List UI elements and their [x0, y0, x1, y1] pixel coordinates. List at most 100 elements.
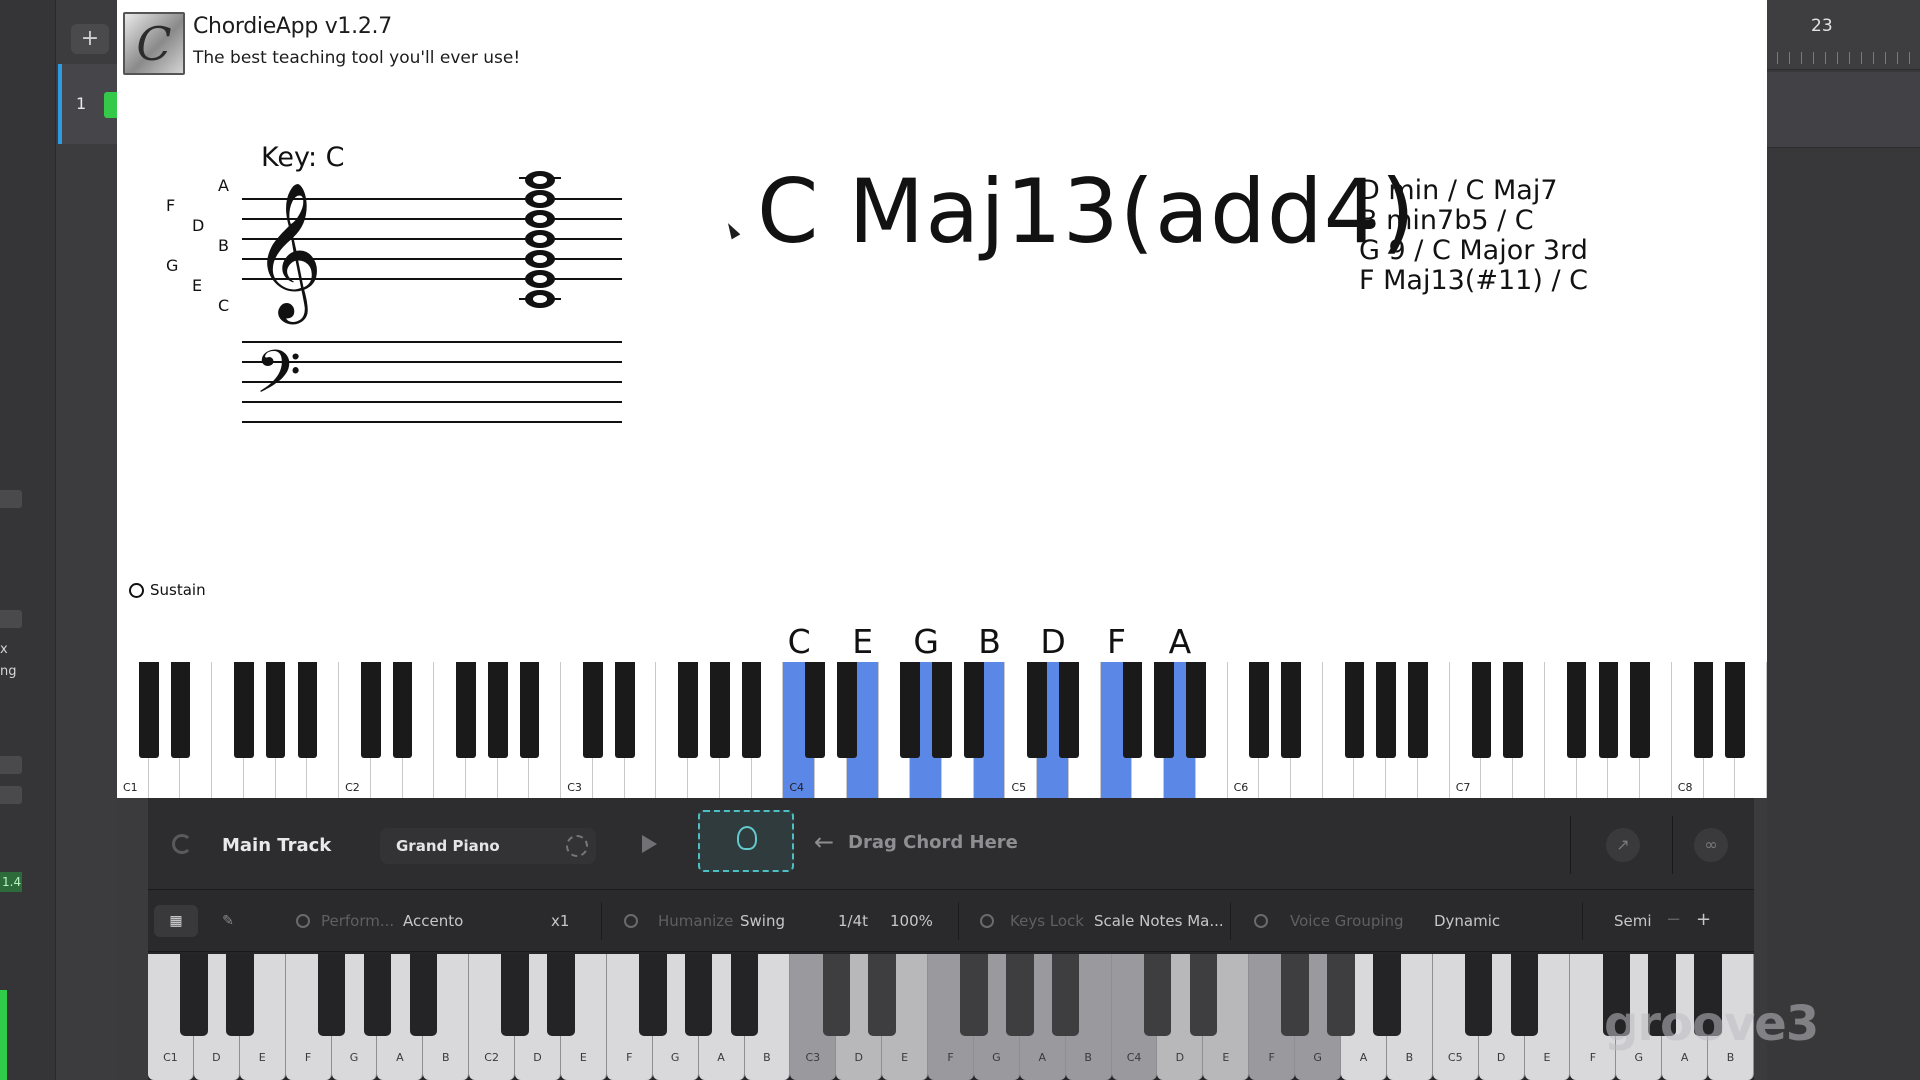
host-black-key[interactable] — [822, 954, 851, 1036]
semi-plus-button[interactable]: + — [1696, 909, 1711, 930]
keyboard-icon[interactable]: ▦ — [154, 905, 198, 937]
host-black-key[interactable] — [1464, 954, 1493, 1036]
piano-black-key[interactable] — [1503, 662, 1523, 758]
humanize-radio[interactable] — [624, 914, 638, 928]
piano-black-key[interactable] — [932, 662, 952, 758]
piano-black-key[interactable] — [1471, 662, 1492, 758]
piano-black-key[interactable] — [614, 662, 635, 758]
host-track-lane[interactable] — [1767, 72, 1920, 148]
voice-grouping-radio[interactable] — [1254, 914, 1268, 928]
multiplier-value[interactable]: x1 — [551, 912, 569, 930]
piano-black-key[interactable] — [805, 662, 825, 758]
piano-black-key[interactable] — [1186, 662, 1206, 758]
refresh-icon[interactable] — [172, 834, 192, 854]
host-ruler[interactable]: 23 — [1767, 0, 1920, 70]
export-button[interactable]: ↗ — [1606, 828, 1640, 862]
piano-black-key[interactable] — [487, 662, 508, 758]
piano-black-key[interactable] — [1249, 662, 1270, 758]
piano-black-key[interactable] — [1154, 662, 1174, 758]
keys-lock-radio[interactable] — [980, 914, 994, 928]
piano-black-key[interactable] — [1408, 662, 1428, 758]
host-side-control[interactable] — [0, 490, 22, 508]
piano-black-key[interactable] — [1566, 662, 1587, 758]
instrument-name: Grand Piano — [396, 837, 500, 855]
host-black-key[interactable] — [1189, 954, 1218, 1036]
sustain-toggle[interactable]: Sustain — [129, 581, 206, 599]
host-black-key[interactable] — [1373, 954, 1401, 1036]
host-black-key[interactable] — [638, 954, 667, 1036]
host-black-key[interactable] — [684, 954, 713, 1036]
host-black-key[interactable] — [1327, 954, 1355, 1036]
piano-black-key[interactable] — [710, 662, 730, 758]
semi-minus-button[interactable]: − — [1666, 909, 1681, 930]
link-button[interactable]: ∞ — [1694, 828, 1728, 862]
piano-black-key[interactable] — [456, 662, 476, 758]
piano-black-key[interactable] — [1598, 662, 1619, 758]
host-arrange-area: 23 — [1767, 0, 1920, 1080]
host-black-key[interactable] — [226, 954, 254, 1036]
host-black-key[interactable] — [317, 954, 346, 1036]
host-black-key[interactable] — [1051, 954, 1080, 1036]
piano-black-key[interactable] — [1027, 662, 1048, 758]
host-black-key[interactable] — [409, 954, 438, 1036]
division-value[interactable]: 1/4t — [838, 912, 868, 930]
piano-black-key[interactable] — [1059, 662, 1079, 758]
octave-label: C7 — [1455, 781, 1471, 794]
host-black-key[interactable] — [960, 954, 988, 1036]
piano-black-key[interactable] — [1630, 662, 1650, 758]
dynamic-value[interactable]: Dynamic — [1434, 912, 1500, 930]
piano-black-key[interactable] — [265, 662, 286, 758]
piano-black-key[interactable] — [361, 662, 381, 758]
piano-black-key[interactable] — [1122, 662, 1143, 758]
piano-black-key[interactable] — [1693, 662, 1714, 758]
sustain-radio[interactable] — [129, 582, 144, 598]
host-side-control[interactable] — [0, 786, 22, 804]
chord-keyboard[interactable]: C1 C2 C3 C4 C5 C6 C7 C8 — [117, 662, 1767, 798]
piano-black-key[interactable] — [138, 662, 159, 758]
piano-black-key[interactable] — [519, 662, 540, 758]
piano-black-key[interactable] — [583, 662, 603, 758]
accent-value[interactable]: Accento — [403, 912, 463, 930]
drag-chord-hint: Drag Chord Here — [848, 832, 1018, 853]
host-black-key[interactable] — [180, 954, 208, 1036]
piano-black-key[interactable] — [741, 662, 762, 758]
percent-value[interactable]: 100% — [890, 912, 933, 930]
gear-icon[interactable] — [566, 835, 588, 857]
host-black-key[interactable] — [868, 954, 896, 1036]
piano-black-key[interactable] — [1725, 662, 1746, 758]
host-key-label: D — [854, 1051, 863, 1064]
host-add-track-button[interactable]: + — [71, 24, 109, 54]
host-black-key[interactable] — [1281, 954, 1309, 1036]
play-icon[interactable] — [642, 835, 657, 853]
host-black-key[interactable] — [730, 954, 759, 1036]
piano-black-key[interactable] — [297, 662, 318, 758]
scale-mode-value[interactable]: Scale Notes Ma... — [1094, 912, 1224, 930]
perform-radio[interactable] — [296, 914, 310, 928]
chord-drop-zone[interactable] — [698, 810, 794, 872]
host-black-key[interactable] — [501, 954, 529, 1036]
piano-black-key[interactable] — [900, 662, 921, 758]
piano-black-key[interactable] — [678, 662, 698, 758]
piano-black-key[interactable] — [963, 662, 984, 758]
piano-black-key[interactable] — [836, 662, 857, 758]
host-track-region[interactable] — [104, 92, 117, 118]
host-black-key[interactable] — [1006, 954, 1034, 1036]
host-black-key[interactable] — [363, 954, 392, 1036]
instrument-selector[interactable]: Grand Piano — [380, 828, 596, 864]
brush-icon[interactable]: ✎ — [206, 905, 250, 937]
chord-alternative: G 9 / C Major 3rd — [1359, 235, 1588, 266]
piano-black-key[interactable] — [392, 662, 413, 758]
piano-black-key[interactable] — [170, 662, 191, 758]
host-keyboard[interactable]: C1 D E F G A B C2 D E F G A B C3 D E F G A B C4 D E F G A B C5 D E F G A B — [148, 954, 1754, 1080]
piano-black-key[interactable] — [234, 662, 254, 758]
host-black-key[interactable] — [1510, 954, 1539, 1036]
host-side-control[interactable] — [0, 610, 22, 628]
host-black-key[interactable] — [547, 954, 575, 1036]
lightbulb-icon — [737, 826, 757, 850]
piano-black-key[interactable] — [1344, 662, 1365, 758]
piano-black-key[interactable] — [1281, 662, 1301, 758]
host-side-control[interactable] — [0, 756, 22, 774]
host-black-key[interactable] — [1143, 954, 1172, 1036]
swing-value[interactable]: Swing — [740, 912, 785, 930]
piano-black-key[interactable] — [1376, 662, 1397, 758]
